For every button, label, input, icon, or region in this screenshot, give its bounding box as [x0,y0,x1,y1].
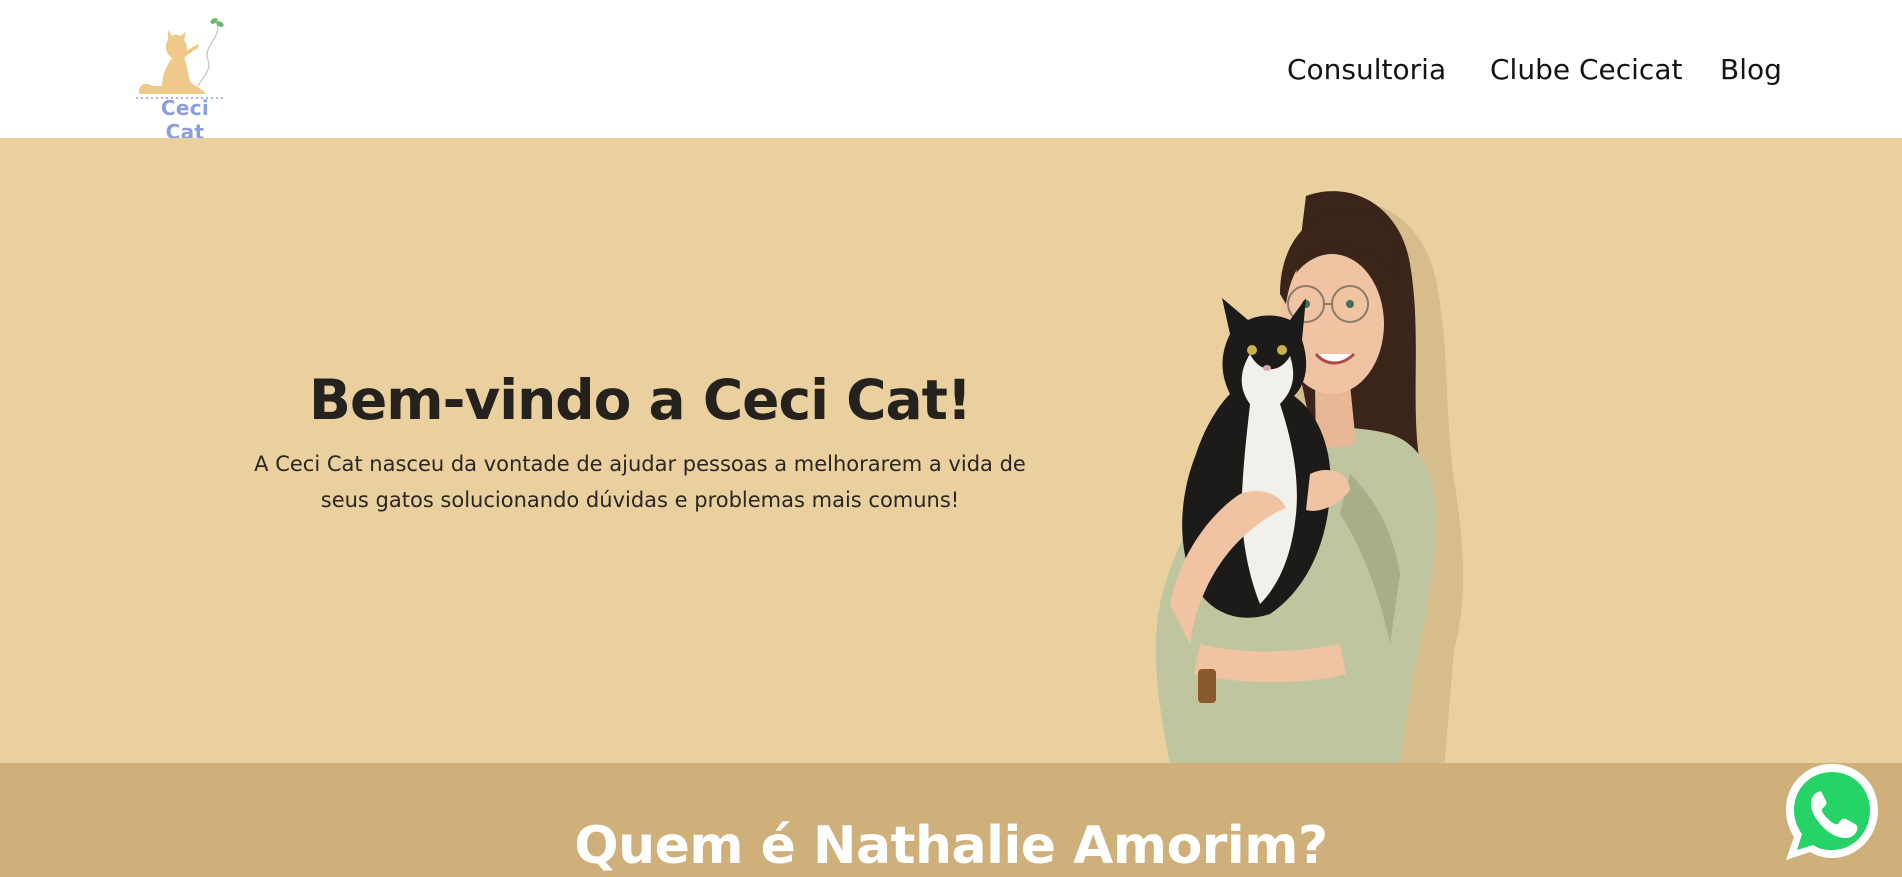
hero-description-line-2: seus gatos solucionando dúvidas e proble… [320,488,960,512]
hero-description: A Ceci Cat nasceu da vontade de ajudar p… [250,446,1030,518]
hero-description-line-1: A Ceci Cat nasceu da vontade de ajudar p… [254,452,1026,476]
nav-clube-cecicat[interactable]: Clube Cecicat [1490,52,1682,88]
whatsapp-icon [1786,764,1878,860]
logo[interactable]: Ceci Cat [132,16,228,144]
nav-blog[interactable]: Blog [1720,52,1782,88]
hero-title: Bem-vindo a Ceci Cat! [309,368,972,432]
logo-text: Ceci Cat [160,96,210,144]
about-title: Quem é Nathalie Amorim? [574,816,1328,876]
hero-section: Bem-vindo a Ceci Cat! A Ceci Cat nasceu … [0,138,1902,763]
nav-consultoria[interactable]: Consultoria [1287,52,1446,88]
hero-photo-woman-with-cat [1155,191,1464,763]
site-header: Ceci Cat Consultoria Clube Cecicat Blog [0,0,1902,144]
whatsapp-button[interactable] [1780,760,1884,864]
about-section: Quem é Nathalie Amorim? [0,763,1902,877]
